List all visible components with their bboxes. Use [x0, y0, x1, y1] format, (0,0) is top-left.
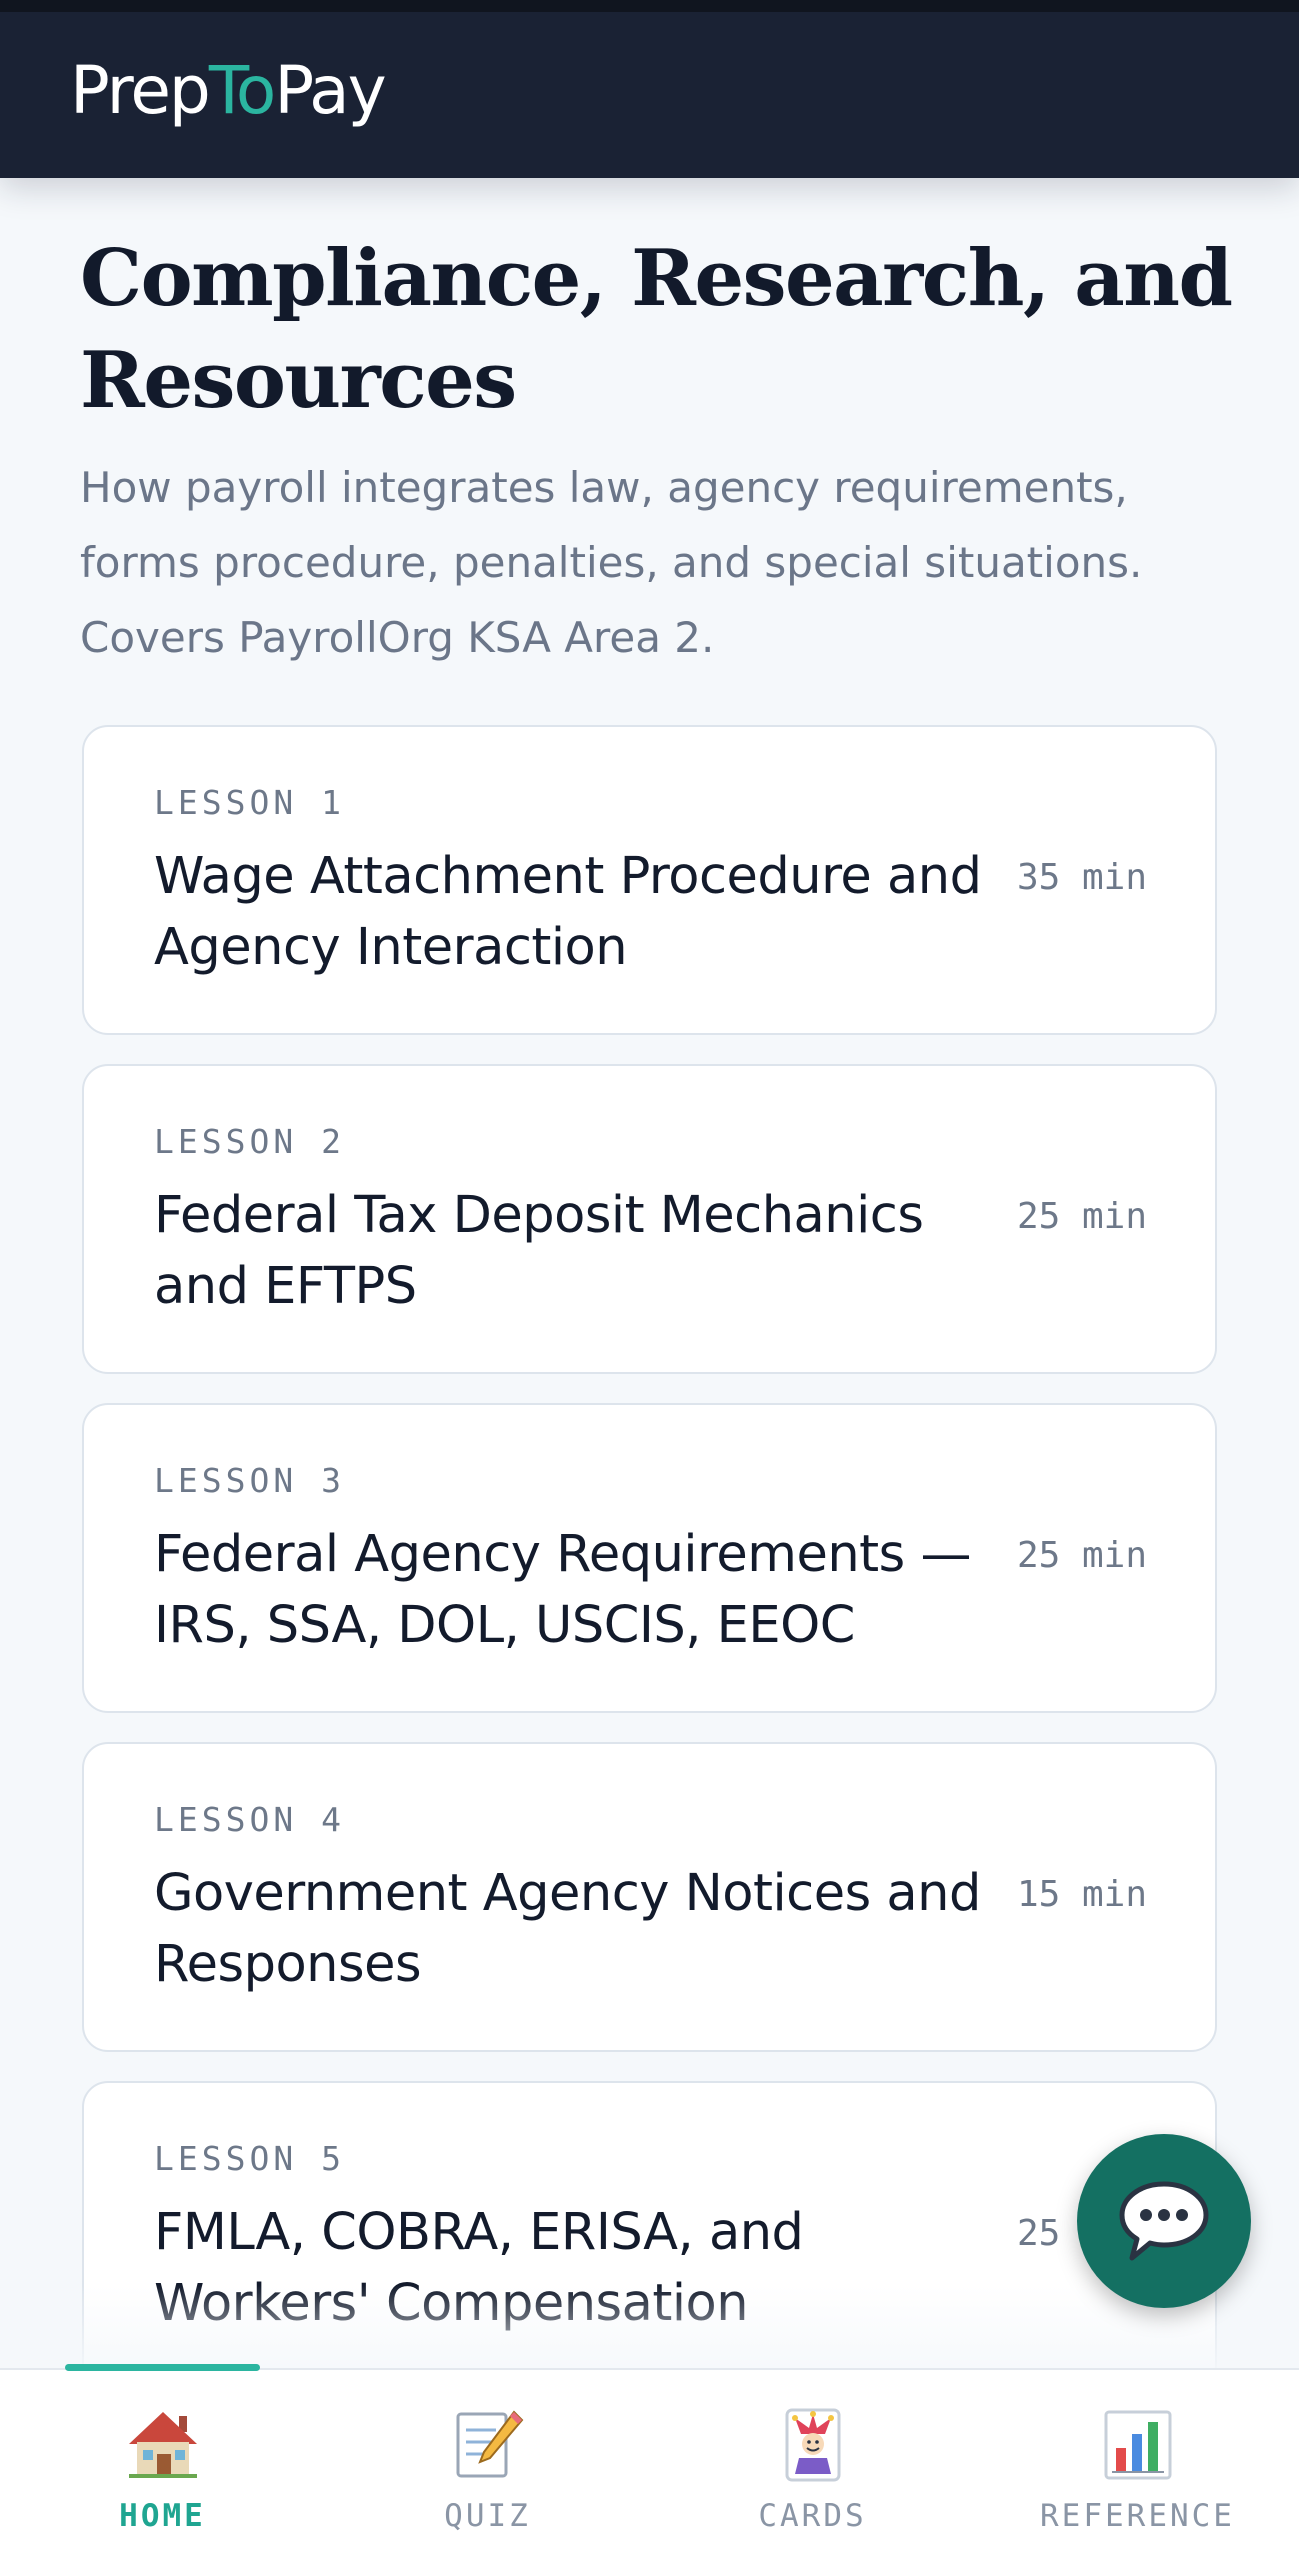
- brand-accent: To: [208, 52, 276, 129]
- app-screen: PrepToPay Compliance, Research, and Reso…: [0, 0, 1299, 2560]
- scroll-fade: [0, 2285, 1299, 2370]
- lesson-card[interactable]: LESSON 3 Federal Agency Requirements — I…: [82, 1403, 1217, 1713]
- lesson-title: Federal Agency Requirements — IRS, SSA, …: [154, 1525, 971, 1655]
- page-description: How payroll integrates law, agency requi…: [80, 463, 1143, 662]
- lesson-title: Wage Attachment Procedure and Agency Int…: [154, 847, 982, 977]
- lesson-card[interactable]: LESSON 2 Federal Tax Deposit Mechanics a…: [82, 1064, 1217, 1374]
- memo-pencil-icon: [456, 2410, 523, 2478]
- bottom-nav: HOME QUIZ CARDS REFERENCE: [0, 2364, 1299, 2560]
- chat-button[interactable]: [1077, 2134, 1251, 2308]
- lesson-number: LESSON 2: [154, 1122, 345, 1161]
- lesson-number: LESSON 5: [154, 2139, 345, 2178]
- lesson-card[interactable]: LESSON 1 Wage Attachment Procedure and A…: [82, 725, 1217, 1035]
- bar-chart-icon: [1104, 2410, 1171, 2480]
- lesson-card[interactable]: LESSON 4 Government Agency Notices and R…: [82, 1742, 1217, 2052]
- page-title: Compliance, Research, and Resources: [80, 233, 1233, 426]
- brand-logo[interactable]: PrepToPay: [70, 58, 387, 124]
- house-icon: [128, 2412, 197, 2478]
- brand-prefix: Prep: [70, 52, 211, 129]
- nav-label: HOME: [119, 2498, 206, 2534]
- speech-bubble-icon: [1119, 2181, 1209, 2261]
- lesson-number: LESSON 1: [154, 783, 345, 822]
- joker-card-icon: [785, 2408, 840, 2482]
- lesson-duration: 15 min: [1016, 1874, 1147, 1915]
- nav-label: QUIZ: [444, 2498, 531, 2534]
- nav-item-home[interactable]: HOME: [0, 2370, 325, 2560]
- nav-label: REFERENCE: [1040, 2498, 1235, 2534]
- lesson-title: Federal Tax Deposit Mechanics and EFTPS: [154, 1186, 924, 1316]
- nav-item-cards[interactable]: CARDS: [650, 2370, 975, 2560]
- app-header: PrepToPay: [0, 0, 1299, 178]
- brand-suffix: Pay: [274, 52, 386, 129]
- lesson-duration: 35 min: [1016, 857, 1147, 898]
- lesson-number: LESSON 3: [154, 1461, 345, 1500]
- nav-item-quiz[interactable]: QUIZ: [325, 2370, 650, 2560]
- lesson-title: Government Agency Notices and Responses: [154, 1864, 981, 1994]
- lesson-number: LESSON 4: [154, 1800, 345, 1839]
- lesson-duration: 25 min: [1016, 1535, 1147, 1576]
- nav-item-reference[interactable]: REFERENCE: [975, 2370, 1299, 2560]
- lesson-duration: 25 min: [1016, 1196, 1147, 1237]
- nav-label: CARDS: [758, 2498, 867, 2534]
